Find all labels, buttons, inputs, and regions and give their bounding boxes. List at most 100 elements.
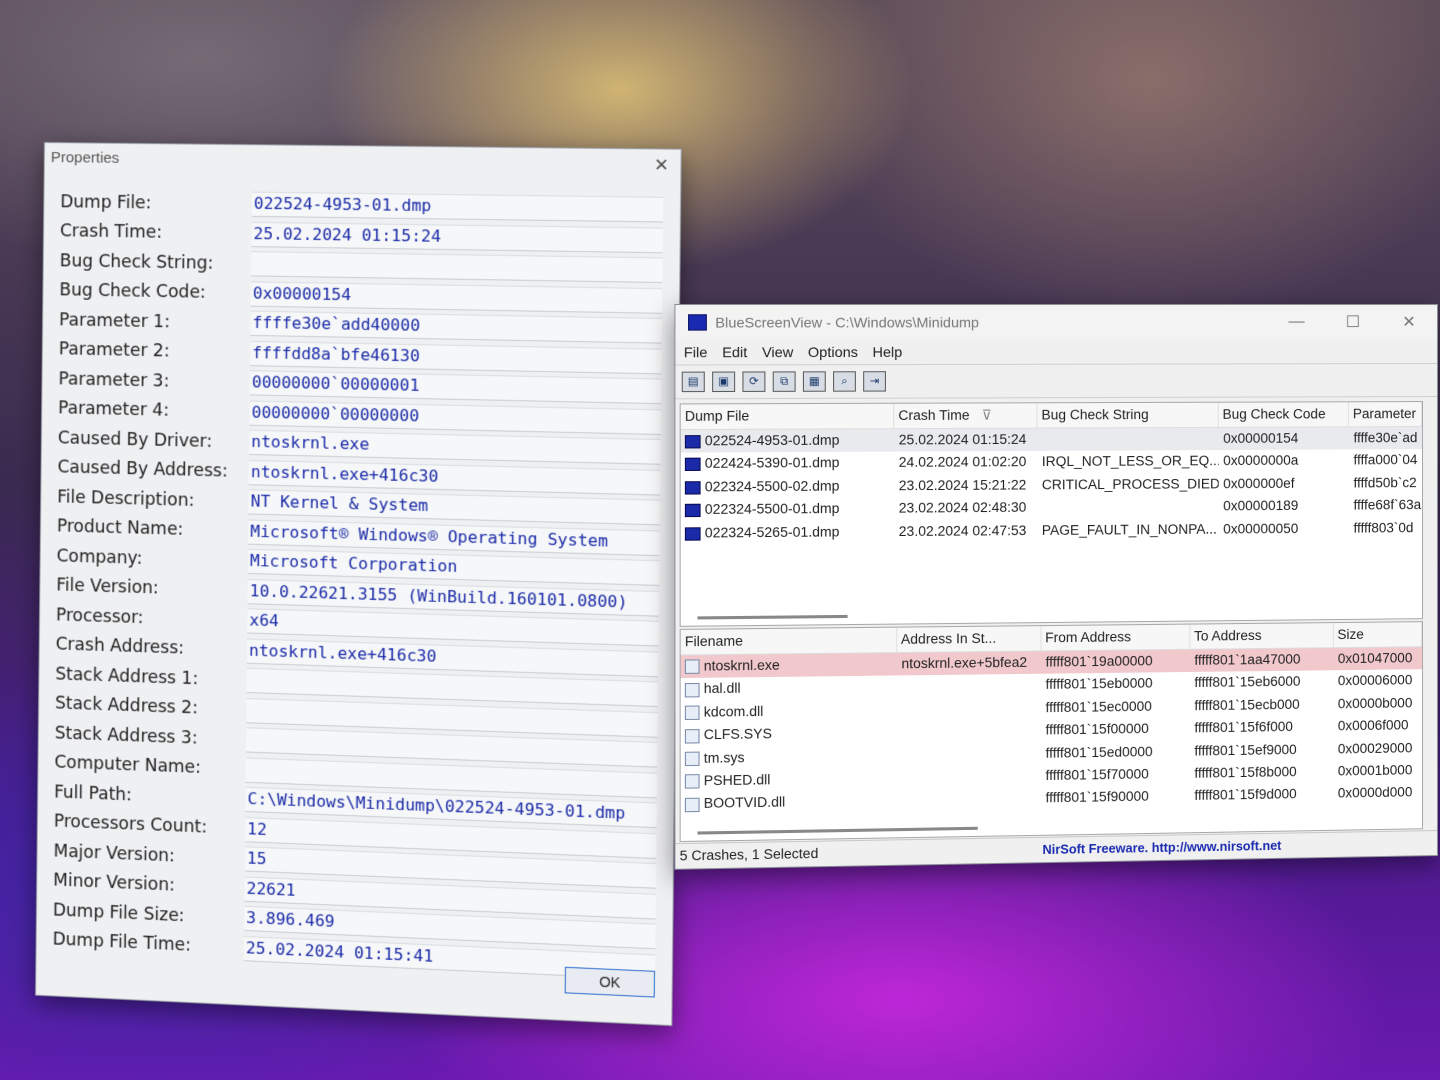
col-crash-time[interactable]: Crash Time ⊽: [894, 403, 1038, 429]
col-size[interactable]: Size: [1333, 622, 1422, 648]
driver-size: 0x0001b000: [1334, 759, 1422, 783]
property-value[interactable]: 0x00000154: [250, 281, 663, 314]
to-address: fffff801`15f8b000: [1190, 761, 1333, 786]
bug-check-string-text: IRQL_NOT_LESS_OR_EQ...: [1041, 453, 1220, 470]
find-icon[interactable]: ⌕: [833, 371, 856, 392]
bsv-titlebar: BlueScreenView - C:\Windows\Minidump — ☐…: [675, 305, 1438, 340]
copy-icon[interactable]: ⧉: [772, 371, 796, 392]
driver-size: 0x0000b000: [1334, 692, 1422, 716]
col-filename[interactable]: Filename: [680, 627, 897, 655]
col-parameter[interactable]: Parameter: [1348, 402, 1422, 427]
from-address-text: fffff801`19a00000: [1045, 653, 1153, 670]
parameter-1-text: ffffd50b`c2: [1353, 474, 1417, 491]
menu-help[interactable]: Help: [873, 344, 903, 360]
sort-icon: ⊽: [981, 407, 992, 423]
properties-icon[interactable]: ▤: [681, 371, 705, 393]
bug-check-code-text: 0x00000050: [1223, 520, 1299, 537]
col-to-address[interactable]: To Address: [1189, 623, 1334, 649]
col-crash-time-label: Crash Time: [898, 407, 970, 424]
property-label: Caused By Address:: [57, 457, 228, 482]
property-label: Stack Address 3:: [54, 723, 198, 749]
col-dump-file[interactable]: Dump File: [680, 403, 895, 430]
crash-dump-file-text: 022424-5390-01.dmp: [704, 455, 840, 472]
property-label: File Description:: [57, 487, 195, 511]
status-count: 5 Crashes, 1 Selected: [679, 845, 819, 864]
property-value[interactable]: 022524-4953-01.dmp: [251, 191, 664, 223]
from-address-text: fffff801`15ed0000: [1045, 743, 1153, 761]
properties-title: Properties: [50, 149, 120, 167]
crash-time-text: 25.02.2024 01:15:24: [898, 431, 1027, 448]
bug-check-string: PAGE_FAULT_IN_NONPA...: [1038, 518, 1219, 542]
parameter-1-text: ffffe68f`63a: [1353, 497, 1422, 513]
save-icon[interactable]: ▣: [712, 371, 736, 393]
property-value[interactable]: [250, 251, 663, 284]
driver-filename-text: hal.dll: [703, 680, 741, 697]
address-in-stack: [897, 765, 1041, 790]
crash-list[interactable]: Dump File Crash Time ⊽ Bug Check String …: [679, 401, 1424, 627]
property-label: Parameter 1:: [59, 310, 171, 333]
to-address: fffff801`1aa47000: [1190, 648, 1333, 672]
horizontal-scrollbar-lower[interactable]: [697, 826, 978, 835]
window-title: BlueScreenView - C:\Windows\Minidump: [715, 314, 1268, 330]
property-value[interactable]: 25.02.2024 01:15:24: [251, 221, 663, 254]
properties-list: Dump File: 022524-4953-01.dmp Crash Time: 2…: [52, 187, 664, 982]
bug-check-code-text: 0x0000000a: [1223, 453, 1299, 469]
address-in-stack: [897, 674, 1041, 699]
crash-time-text: 23.02.2024 02:47:53: [898, 522, 1027, 539]
property-label: Caused By Driver:: [57, 428, 213, 452]
crash-list-header: Dump File Crash Time ⊽ Bug Check String …: [680, 402, 1423, 431]
address-in-stack: ntoskrnl.exe+5bfea2: [897, 651, 1041, 675]
driver-size: 0x0006f000: [1334, 714, 1422, 738]
driver-list[interactable]: Filename Address In St... From Address T…: [679, 621, 1424, 843]
driver-file-icon: [684, 659, 700, 675]
ok-button[interactable]: OK: [564, 966, 656, 998]
menu-file[interactable]: File: [684, 344, 708, 360]
parameter-1: fffff803`0d: [1349, 517, 1422, 540]
menu-edit[interactable]: Edit: [722, 344, 747, 360]
maximize-icon[interactable]: ☐: [1325, 312, 1381, 332]
driver-filename: tm.sys: [681, 744, 898, 770]
dump-file-icon: [684, 526, 701, 541]
to-address: fffff801`15ef9000: [1190, 738, 1333, 763]
close-icon[interactable]: ×: [642, 149, 680, 180]
menu-options[interactable]: Options: [808, 344, 858, 360]
property-label: Processors Count:: [53, 811, 208, 838]
col-bug-check-code[interactable]: Bug Check Code: [1218, 402, 1349, 427]
from-address: fffff801`15f90000: [1041, 785, 1190, 810]
col-bug-check-string[interactable]: Bug Check String: [1037, 402, 1219, 428]
to-address-text: fffff801`15ef9000: [1194, 741, 1297, 759]
menu-view[interactable]: View: [762, 344, 793, 360]
horizontal-scrollbar[interactable]: [697, 614, 848, 620]
col-from-address[interactable]: From Address: [1041, 624, 1190, 651]
crash-time: 25.02.2024 01:15:24: [895, 429, 1038, 452]
crash-time-text: 23.02.2024 15:21:22: [898, 477, 1027, 494]
minimize-icon[interactable]: —: [1268, 313, 1324, 331]
col-address-in-stack[interactable]: Address In St...: [896, 626, 1042, 653]
nirsoft-link[interactable]: NirSoft Freeware. http://www.nirsoft.net: [1042, 834, 1281, 862]
driver-size-text: 0x01047000: [1337, 650, 1413, 667]
to-address-text: fffff801`15f8b000: [1194, 764, 1297, 781]
to-address-text: fffff801`1aa47000: [1194, 651, 1301, 668]
bug-check-code: 0x00000050: [1219, 517, 1349, 540]
driver-size: 0x00006000: [1334, 670, 1422, 694]
crash-row[interactable]: 022324-5265-01.dmp 23.02.2024 02:47:53 PAG…: [681, 517, 1422, 545]
refresh-icon[interactable]: ⟳: [742, 371, 766, 392]
crash-dump-file: 022524-4953-01.dmp: [681, 429, 895, 453]
property-label: Major Version:: [53, 841, 175, 867]
driver-file-icon: [684, 774, 700, 790]
exit-icon[interactable]: ⇥: [863, 371, 886, 392]
crash-dump-file-text: 022324-5500-02.dmp: [704, 478, 840, 495]
property-label: Dump File:: [60, 191, 152, 214]
driver-rows: ntoskrnl.exe ntoskrnl.exe+5bfea2 fffff801`…: [680, 647, 1423, 816]
driver-filename-text: PSHED.dll: [703, 771, 771, 789]
driver-size-text: 0x0000d000: [1337, 784, 1413, 801]
driver-file-icon: [684, 682, 700, 698]
driver-file-icon: [684, 705, 700, 721]
driver-file-icon: [684, 751, 700, 767]
report-icon[interactable]: ▦: [802, 371, 826, 392]
driver-filename-text: kdcom.dll: [703, 703, 764, 720]
bluescreenview-window: BlueScreenView - C:\Windows\Minidump — ☐…: [674, 304, 1438, 870]
driver-size: 0x01047000: [1334, 647, 1422, 670]
to-address: fffff801`15f6f000: [1190, 716, 1333, 740]
close-window-icon[interactable]: ✕: [1381, 312, 1437, 332]
